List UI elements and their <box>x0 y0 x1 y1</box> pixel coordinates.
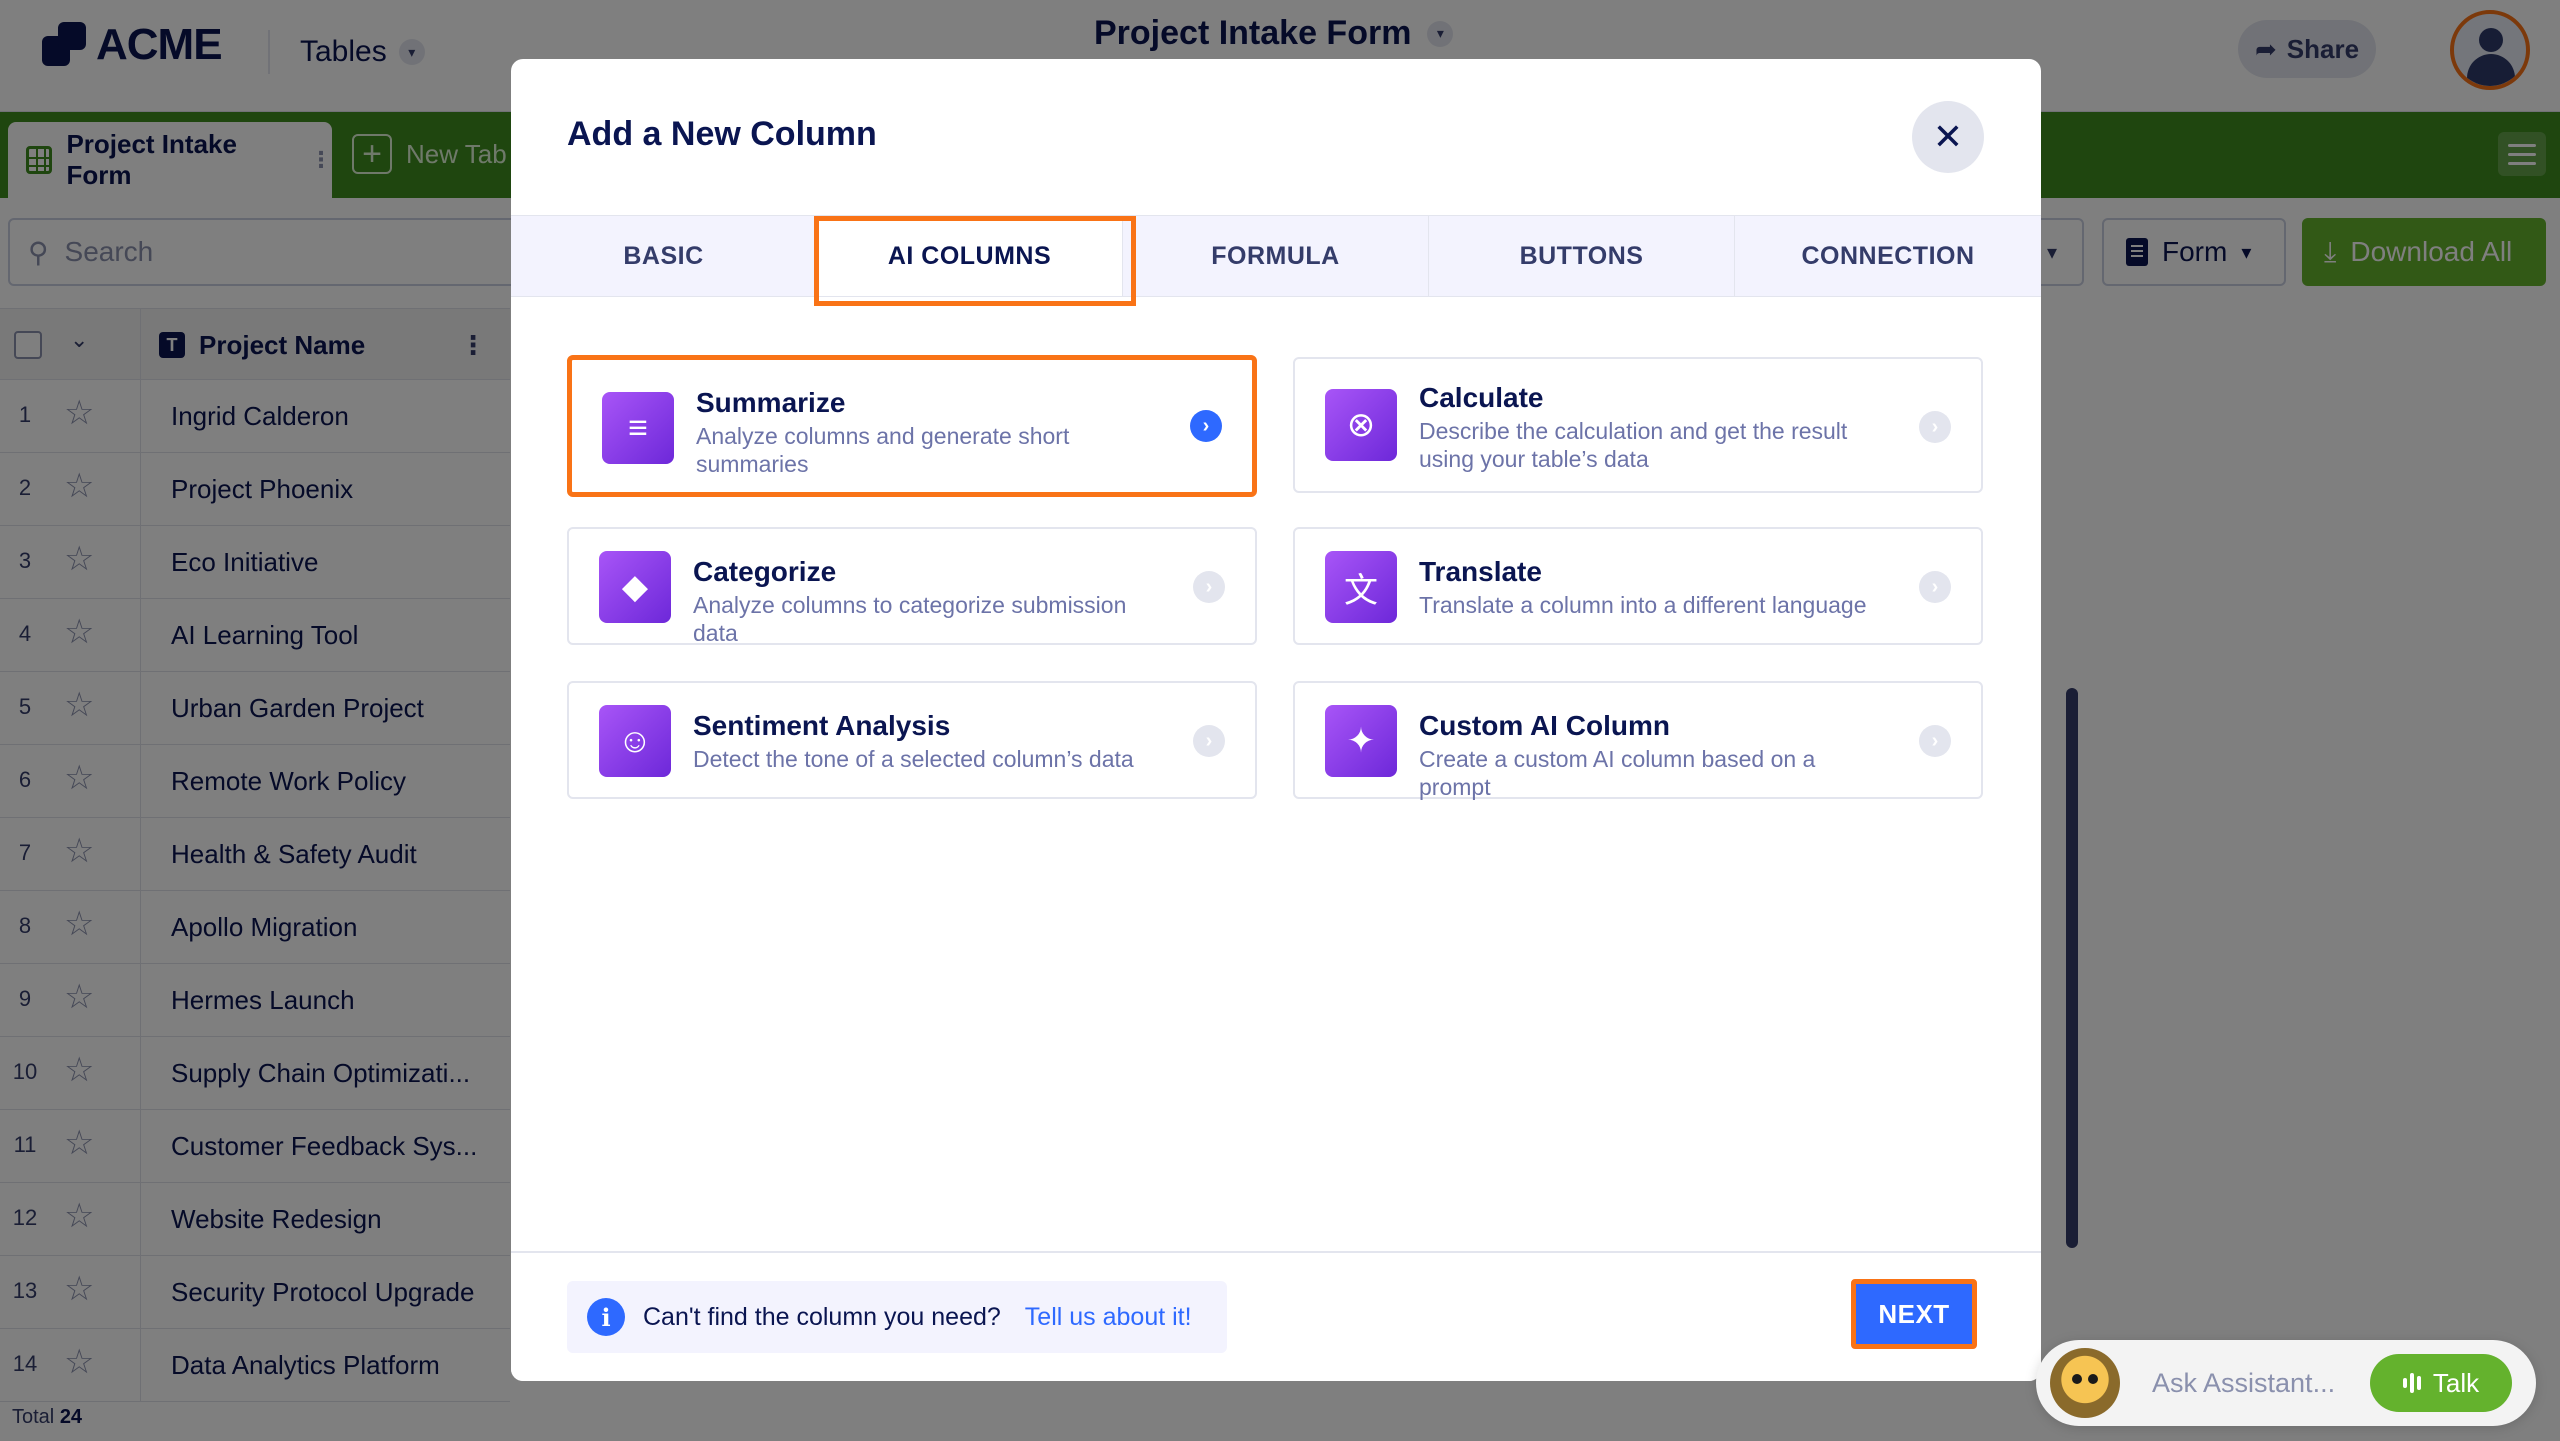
ai-assistant-widget[interactable]: Ask Assistant... Talk <box>2036 1340 2536 1426</box>
chevron-right-icon: › <box>1919 411 1951 443</box>
feedback-info-box: i Can't find the column you need? Tell u… <box>567 1281 1227 1353</box>
assistant-avatar <box>2050 1348 2120 1418</box>
option-title: Calculate <box>1419 382 1544 413</box>
modal-header: Add a New Column ✕ <box>511 59 2041 215</box>
sentiment-icon: ☺ <box>599 705 671 777</box>
option-title: Translate <box>1419 556 1542 587</box>
feedback-link[interactable]: Tell us about it! <box>1025 1303 1192 1332</box>
chevron-right-icon: › <box>1190 410 1222 442</box>
tab-formula[interactable]: FORMULA <box>1123 216 1429 296</box>
tab-connection[interactable]: CONNECTION <box>1735 216 2041 296</box>
chevron-right-icon: › <box>1193 571 1225 603</box>
chevron-right-icon: › <box>1193 725 1225 757</box>
option-summarize[interactable]: ≡ Summarize Analyze columns and generate… <box>567 355 1257 497</box>
option-description: Analyze columns and generate short summa… <box>696 423 1070 477</box>
option-description: Translate a column into a different lang… <box>1419 592 1867 618</box>
option-description: Describe the calculation and get the res… <box>1419 418 1848 472</box>
talk-label: Talk <box>2432 1367 2480 1398</box>
modal-title: Add a New Column <box>567 115 877 153</box>
info-icon: i <box>587 1298 625 1336</box>
option-title: Custom AI Column <box>1419 710 1670 741</box>
column-type-tabs: BASIC AI COLUMNS FORMULA BUTTONS CONNECT… <box>511 215 2041 306</box>
talk-button[interactable]: Talk <box>2370 1354 2512 1412</box>
add-column-modal: Add a New Column ✕ BASIC AI COLUMNS FORM… <box>511 59 2041 1381</box>
voice-bars-icon <box>2402 1373 2421 1393</box>
close-icon: ✕ <box>1932 116 1964 157</box>
option-categorize[interactable]: ◆ Categorize Analyze columns to categori… <box>567 527 1257 646</box>
option-sentiment-analysis[interactable]: ☺ Sentiment Analysis Detect the tone of … <box>567 681 1257 799</box>
modal-footer: i Can't find the column you need? Tell u… <box>511 1251 2041 1381</box>
tab-basic[interactable]: BASIC <box>511 216 817 296</box>
categorize-icon: ◆ <box>599 551 671 623</box>
option-calculate[interactable]: ⊗ Calculate Describe the calculation and… <box>1293 357 1983 493</box>
option-title: Summarize <box>696 387 846 418</box>
tab-buttons[interactable]: BUTTONS <box>1429 216 1735 296</box>
chevron-right-icon: › <box>1919 571 1951 603</box>
option-title: Categorize <box>693 556 837 587</box>
sparkle-icon: ✦ <box>1325 705 1397 777</box>
assistant-input[interactable]: Ask Assistant... <box>2152 1368 2335 1399</box>
option-custom-ai-column[interactable]: ✦ Custom AI Column Create a custom AI co… <box>1293 681 1983 800</box>
tab-ai-columns[interactable]: AI COLUMNS <box>814 216 1136 306</box>
info-text: Can't find the column you need? <box>643 1302 1001 1331</box>
calculate-icon: ⊗ <box>1325 389 1397 461</box>
option-description: Analyze columns to categorize submission… <box>693 592 1127 646</box>
close-button[interactable]: ✕ <box>1912 101 1984 173</box>
chevron-right-icon: › <box>1919 725 1951 757</box>
option-description: Create a custom AI column based on a pro… <box>1419 746 1816 800</box>
option-title: Sentiment Analysis <box>693 710 951 741</box>
next-button[interactable]: NEXT <box>1851 1279 1977 1349</box>
translate-icon: 文 <box>1325 551 1397 623</box>
summarize-icon: ≡ <box>602 392 674 464</box>
option-description: Detect the tone of a selected column’s d… <box>693 746 1134 772</box>
option-translate[interactable]: 文 Translate Translate a column into a di… <box>1293 527 1983 645</box>
